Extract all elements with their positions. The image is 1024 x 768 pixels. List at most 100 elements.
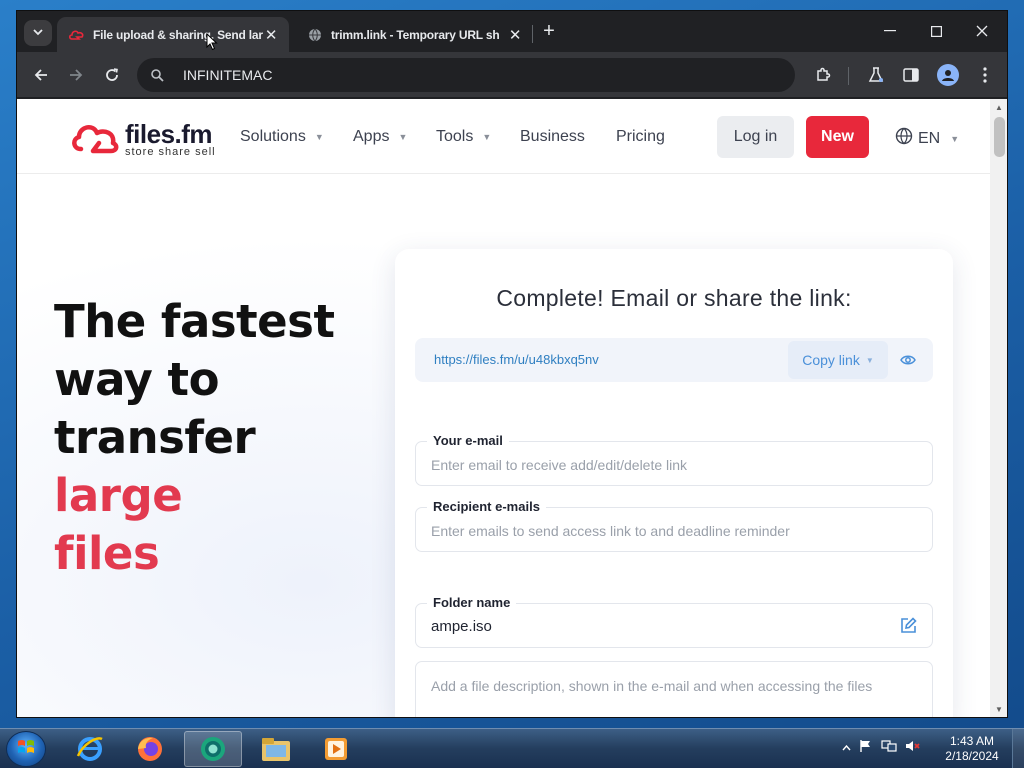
caret-down-icon: ▼	[398, 132, 408, 142]
show-desktop-button[interactable]	[1012, 729, 1024, 768]
globe-icon	[307, 27, 323, 43]
language-selector[interactable]: EN ▼	[895, 127, 959, 150]
share-link-box: https://files.fm/u/u48kbxq5nv Copy link …	[415, 338, 933, 382]
nav-label: Tools	[436, 128, 474, 145]
your-email-field[interactable]: Your e-mail Enter email to receive add/e…	[415, 433, 933, 486]
address-text: INFINITEMAC	[183, 67, 273, 83]
close-window-button[interactable]	[959, 17, 1005, 45]
more-menu-icon[interactable]	[971, 61, 999, 89]
internet-explorer-icon[interactable]	[61, 731, 119, 767]
tab-files-fm[interactable]: File upload & sharing. Send lar ✕	[57, 17, 289, 52]
chevron-down-icon	[33, 27, 43, 39]
file-description-placeholder: Add a file description, shown in the e-m…	[431, 678, 873, 694]
search-icon	[151, 68, 171, 82]
clock-time: 1:43 AM	[949, 734, 995, 748]
share-card: Complete! Email or share the link: https…	[395, 249, 953, 717]
profile-avatar-icon[interactable]	[937, 64, 959, 86]
nav-label: Business	[520, 128, 585, 145]
forward-arrow-icon[interactable]	[62, 61, 90, 89]
tab-close-icon[interactable]: ✕	[263, 26, 279, 44]
recipient-emails-placeholder: Enter emails to send access link to and …	[431, 523, 790, 539]
folder-name-label: Folder name	[427, 595, 517, 610]
copy-link-label: Copy link	[802, 352, 860, 368]
tab-title: File upload & sharing. Send lar	[93, 27, 263, 42]
labs-flask-icon[interactable]	[862, 61, 890, 89]
scrollbar-thumb[interactable]	[994, 117, 1005, 157]
hero-accent-large: large	[54, 469, 183, 522]
reload-icon[interactable]	[98, 61, 126, 89]
caret-down-icon: ▼	[865, 355, 874, 365]
files-fm-favicon-icon	[69, 27, 85, 43]
nav-solutions[interactable]: Solutions ▼	[240, 128, 324, 146]
chrome-taskbar-icon[interactable]	[184, 731, 242, 767]
taskbar-clock[interactable]: 1:43 AM 2/18/2024	[942, 734, 1002, 764]
address-bar[interactable]: INFINITEMAC	[137, 58, 795, 92]
site-header: files.fm store share sell Solutions ▼ Ap…	[17, 99, 990, 174]
tab-separator	[532, 25, 533, 43]
caret-down-icon: ▼	[482, 132, 492, 142]
folder-name-field[interactable]: Folder name ampe.iso	[415, 595, 933, 648]
network-icon[interactable]	[881, 739, 897, 756]
action-center-flag-icon[interactable]	[859, 739, 873, 756]
recipient-emails-field[interactable]: Recipient e-mails Enter emails to send a…	[415, 499, 933, 552]
back-arrow-icon[interactable]	[27, 61, 55, 89]
tab-trimm-link[interactable]: trimm.link - Temporary URL sh ✕	[295, 17, 533, 52]
browser-toolbar: INFINITEMAC	[17, 52, 1007, 98]
mouse-cursor-icon	[206, 32, 218, 56]
hero-line-3: transfer large	[54, 409, 384, 525]
hero-accent-files: files	[54, 527, 160, 580]
caret-down-icon: ▼	[950, 133, 960, 144]
globe-icon	[895, 127, 913, 150]
windows-taskbar: 1:43 AM 2/18/2024	[0, 728, 1024, 768]
minimize-button[interactable]	[867, 17, 913, 45]
edit-icon[interactable]	[900, 617, 918, 635]
logo-tagline: store share sell	[125, 145, 216, 158]
nav-tools[interactable]: Tools ▼	[436, 128, 491, 146]
cloud-logo-icon	[71, 119, 121, 160]
side-panel-icon[interactable]	[897, 61, 925, 89]
new-tab-button[interactable]: +	[539, 20, 559, 44]
firefox-icon[interactable]	[121, 731, 179, 767]
media-player-icon[interactable]	[307, 731, 365, 767]
clock-date: 2/18/2024	[945, 749, 999, 763]
new-button[interactable]: New	[806, 116, 869, 158]
hero-heading: The fastest way to transfer large files	[54, 293, 384, 583]
nav-label: Pricing	[616, 128, 665, 145]
share-card-title: Complete! Email or share the link:	[496, 285, 852, 311]
file-description-field[interactable]: Add a file description, shown in the e-m…	[415, 661, 933, 717]
tab-strip: File upload & sharing. Send lar ✕ trimm.…	[17, 11, 1007, 52]
hero-line-1: The fastest	[54, 295, 335, 348]
tab-search-button[interactable]	[24, 20, 52, 46]
maximize-button[interactable]	[913, 17, 959, 45]
extensions-icon[interactable]	[809, 61, 837, 89]
tab-title: trimm.link - Temporary URL sh	[331, 27, 500, 42]
windows-logo-icon	[16, 737, 36, 762]
scroll-up-arrow-icon[interactable]: ▲	[995, 103, 1003, 112]
tab-close-icon[interactable]: ✕	[507, 26, 523, 44]
your-email-label: Your e-mail	[427, 433, 509, 448]
files-fm-logo[interactable]: files.fm store share sell	[71, 119, 216, 160]
nav-label: Apps	[353, 128, 390, 145]
show-hidden-icons-icon[interactable]	[842, 742, 851, 754]
volume-muted-icon[interactable]	[905, 739, 921, 756]
folder-name-value: ampe.iso	[431, 618, 492, 635]
your-email-placeholder: Enter email to receive add/edit/delete l…	[431, 457, 688, 473]
toolbar-separator	[848, 67, 849, 85]
nav-pricing[interactable]: Pricing	[616, 128, 665, 146]
scroll-down-arrow-icon[interactable]: ▼	[995, 705, 1003, 714]
hero-line-3-plain: transfer	[54, 411, 256, 464]
login-button[interactable]: Log in	[717, 116, 794, 158]
logo-name: files.fm	[125, 118, 213, 149]
nav-business[interactable]: Business	[520, 128, 585, 146]
file-explorer-icon[interactable]	[247, 731, 305, 767]
nav-label: Solutions	[240, 128, 306, 145]
copy-link-button[interactable]: Copy link ▼	[788, 341, 888, 379]
start-button[interactable]	[6, 731, 46, 767]
browser-window: File upload & sharing. Send lar ✕ trimm.…	[16, 10, 1008, 718]
eye-icon[interactable]	[897, 350, 919, 370]
share-link-url[interactable]: https://files.fm/u/u48kbxq5nv	[434, 352, 599, 367]
hero-line-2: way to	[54, 353, 219, 406]
recipient-emails-label: Recipient e-mails	[427, 499, 546, 514]
nav-apps[interactable]: Apps ▼	[353, 128, 407, 146]
page-scrollbar[interactable]: ▲ ▼	[990, 99, 1007, 717]
